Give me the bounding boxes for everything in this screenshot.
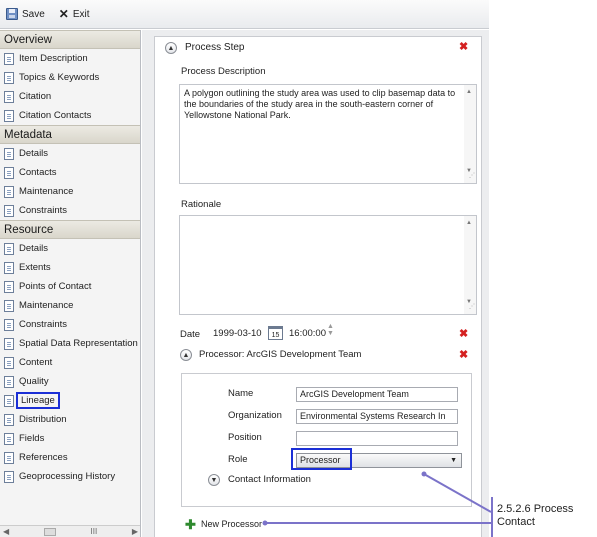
callout-dot-role [421,471,427,477]
callout-label: 2.5.2.6 Process Contact [491,497,597,537]
callout-dot-new-processor [262,520,268,526]
callout-line-role [423,473,492,513]
callout-connector-lines [262,471,492,526]
callout-line-2: Contact [497,516,535,528]
callout-line-1: 2.5.2.6 Process [497,503,574,515]
